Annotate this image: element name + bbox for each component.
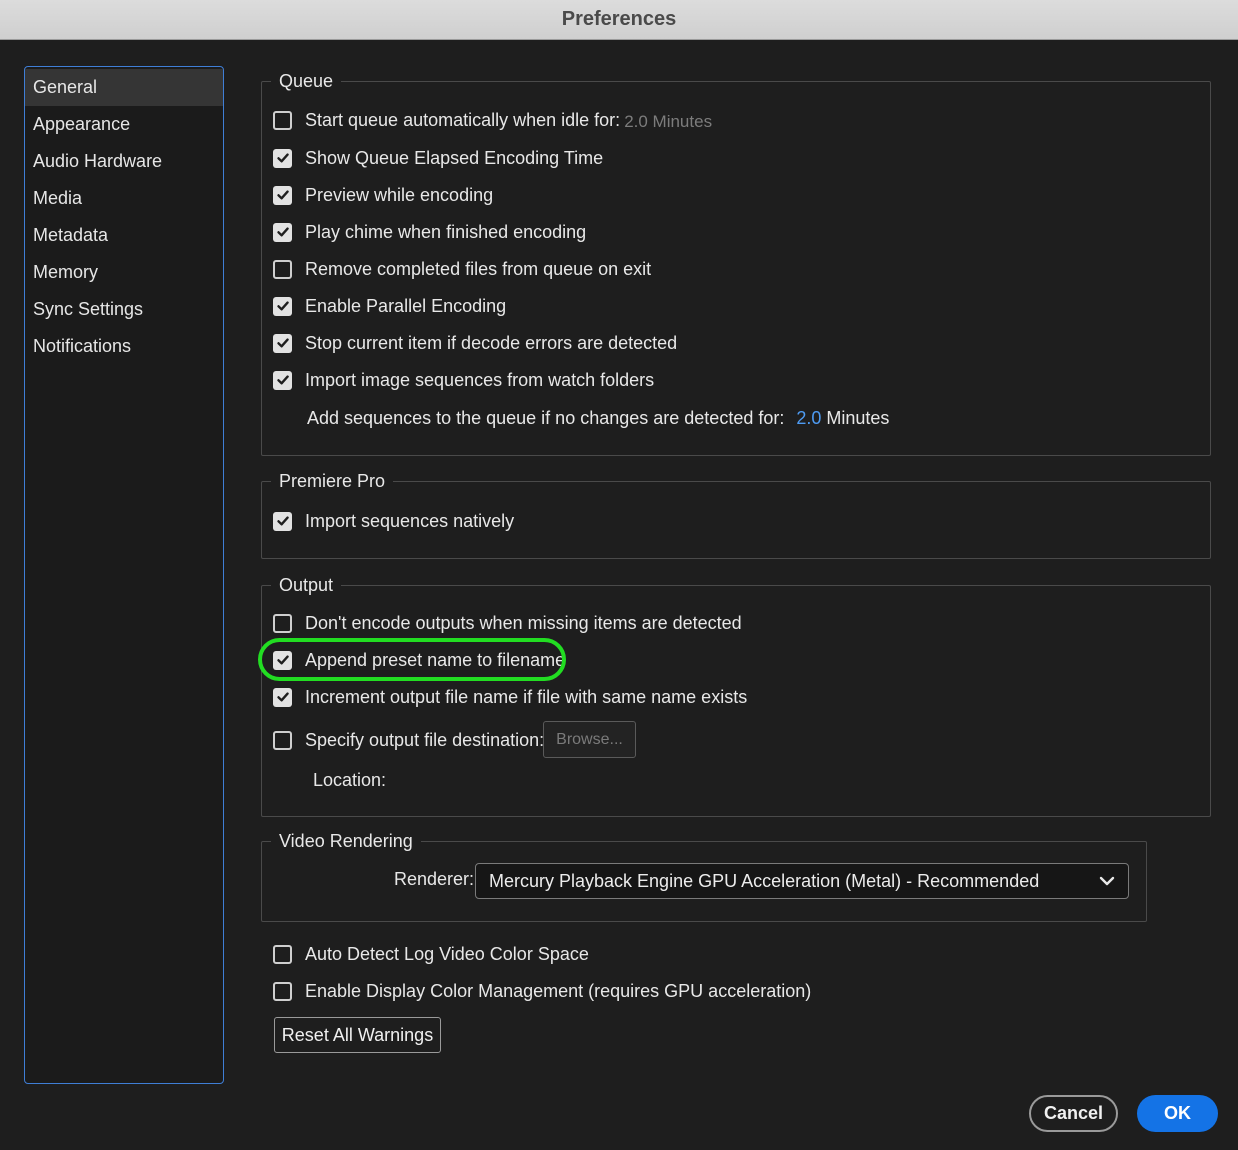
stop-decode-errors-checkbox[interactable] [273, 333, 292, 353]
auto-detect-log-checkbox[interactable] [273, 944, 292, 964]
add-sequences-value[interactable]: 2.0 [796, 408, 821, 429]
checkmark-icon [276, 338, 289, 348]
display-color-checkbox[interactable] [273, 981, 292, 1001]
location-row: Location: [313, 768, 386, 792]
import-natively-checkbox[interactable] [273, 511, 292, 531]
window-title: Preferences [561, 8, 677, 30]
checkmark-icon [276, 153, 289, 163]
start-queue-auto-checkbox[interactable] [273, 110, 292, 130]
add-sequences-unit: Minutes [826, 407, 890, 428]
auto-detect-log-row[interactable]: Auto Detect Log Video Color Space [273, 942, 589, 966]
increment-filename-label: Increment output file name if file with … [305, 686, 748, 707]
append-preset-label: Append preset name to filename [305, 649, 566, 670]
elapsed-time-label: Show Queue Elapsed Encoding Time [305, 147, 604, 168]
start-queue-auto-row[interactable]: Start queue automatically when idle for:… [273, 108, 712, 132]
play-chime-label: Play chime when finished encoding [305, 221, 587, 242]
checkmark-icon [276, 516, 289, 526]
increment-filename-row[interactable]: Increment output file name if file with … [273, 685, 747, 709]
add-sequences-label: Add sequences to the queue if no changes… [307, 407, 785, 428]
preferences-sidebar: General Appearance Audio Hardware Media … [24, 66, 224, 1084]
sidebar-item-audio-hardware[interactable]: Audio Hardware [25, 143, 223, 180]
checkmark-icon [276, 301, 289, 311]
play-chime-row[interactable]: Play chime when finished encoding [273, 220, 586, 244]
sidebar-item-sync-settings[interactable]: Sync Settings [25, 291, 223, 328]
sidebar-item-notifications[interactable]: Notifications [25, 328, 223, 365]
import-image-sequences-checkbox[interactable] [273, 370, 292, 390]
checkmark-icon [276, 655, 289, 665]
renderer-value: Mercury Playback Engine GPU Acceleration… [489, 870, 1040, 891]
add-sequences-row: Add sequences to the queue if no changes… [307, 406, 889, 430]
queue-group-title: Queue [271, 69, 342, 93]
remove-completed-label: Remove completed files from queue on exi… [305, 258, 652, 279]
renderer-label-row: Renderer: [394, 867, 474, 891]
start-queue-auto-value: 2.0 Minutes [624, 112, 713, 131]
increment-filename-checkbox[interactable] [273, 687, 292, 707]
reset-warnings-button[interactable]: Reset All Warnings [274, 1017, 441, 1053]
stop-decode-errors-label: Stop current item if decode errors are d… [305, 332, 678, 353]
parallel-encoding-row[interactable]: Enable Parallel Encoding [273, 294, 506, 318]
remove-completed-row[interactable]: Remove completed files from queue on exi… [273, 257, 651, 281]
specify-destination-row[interactable]: Specify output file destination: [273, 728, 544, 752]
play-chime-checkbox[interactable] [273, 222, 292, 242]
video-rendering-group-title: Video Rendering [271, 829, 421, 853]
preview-encoding-label: Preview while encoding [305, 184, 494, 205]
sidebar-item-general[interactable]: General [25, 69, 223, 106]
parallel-encoding-checkbox[interactable] [273, 296, 292, 316]
import-image-sequences-row[interactable]: Import image sequences from watch folder… [273, 368, 654, 392]
stop-decode-errors-row[interactable]: Stop current item if decode errors are d… [273, 331, 677, 355]
auto-detect-log-label: Auto Detect Log Video Color Space [305, 943, 589, 964]
display-color-label: Enable Display Color Management (require… [305, 980, 812, 1001]
remove-completed-checkbox[interactable] [273, 259, 292, 279]
specify-destination-label: Specify output file destination: [305, 729, 545, 750]
import-image-sequences-label: Import image sequences from watch folder… [305, 369, 655, 390]
sidebar-item-appearance[interactable]: Appearance [25, 106, 223, 143]
preview-encoding-row[interactable]: Preview while encoding [273, 183, 493, 207]
checkmark-icon [276, 190, 289, 200]
append-preset-checkbox[interactable] [273, 650, 292, 670]
window-title-bar: Preferences [0, 0, 1238, 40]
chevron-down-icon [1099, 876, 1115, 886]
ok-button[interactable]: OK [1137, 1095, 1218, 1132]
specify-destination-checkbox[interactable] [273, 730, 292, 750]
checkmark-icon [276, 375, 289, 385]
start-queue-auto-label: Start queue automatically when idle for: [305, 109, 621, 130]
checkmark-icon [276, 227, 289, 237]
import-natively-label: Import sequences natively [305, 510, 515, 531]
append-preset-row[interactable]: Append preset name to filename [273, 648, 565, 672]
premiere-pro-group-title: Premiere Pro [271, 469, 394, 493]
renderer-label: Renderer: [394, 868, 475, 889]
output-group-title: Output [271, 573, 342, 597]
preview-encoding-checkbox[interactable] [273, 185, 292, 205]
display-color-row[interactable]: Enable Display Color Management (require… [273, 979, 811, 1003]
browse-button[interactable]: Browse... [543, 721, 636, 758]
sidebar-item-media[interactable]: Media [25, 180, 223, 217]
sidebar-item-metadata[interactable]: Metadata [25, 217, 223, 254]
cancel-button[interactable]: Cancel [1029, 1095, 1118, 1132]
dont-encode-row[interactable]: Don't encode outputs when missing items … [273, 611, 742, 635]
parallel-encoding-label: Enable Parallel Encoding [305, 295, 507, 316]
location-label: Location: [313, 769, 387, 790]
sidebar-item-memory[interactable]: Memory [25, 254, 223, 291]
elapsed-time-checkbox[interactable] [273, 148, 292, 168]
dont-encode-checkbox[interactable] [273, 613, 292, 633]
elapsed-time-row[interactable]: Show Queue Elapsed Encoding Time [273, 146, 603, 170]
dont-encode-label: Don't encode outputs when missing items … [305, 612, 742, 633]
renderer-dropdown[interactable]: Mercury Playback Engine GPU Acceleration… [475, 863, 1129, 899]
import-natively-row[interactable]: Import sequences natively [273, 509, 514, 533]
checkmark-icon [276, 692, 289, 702]
